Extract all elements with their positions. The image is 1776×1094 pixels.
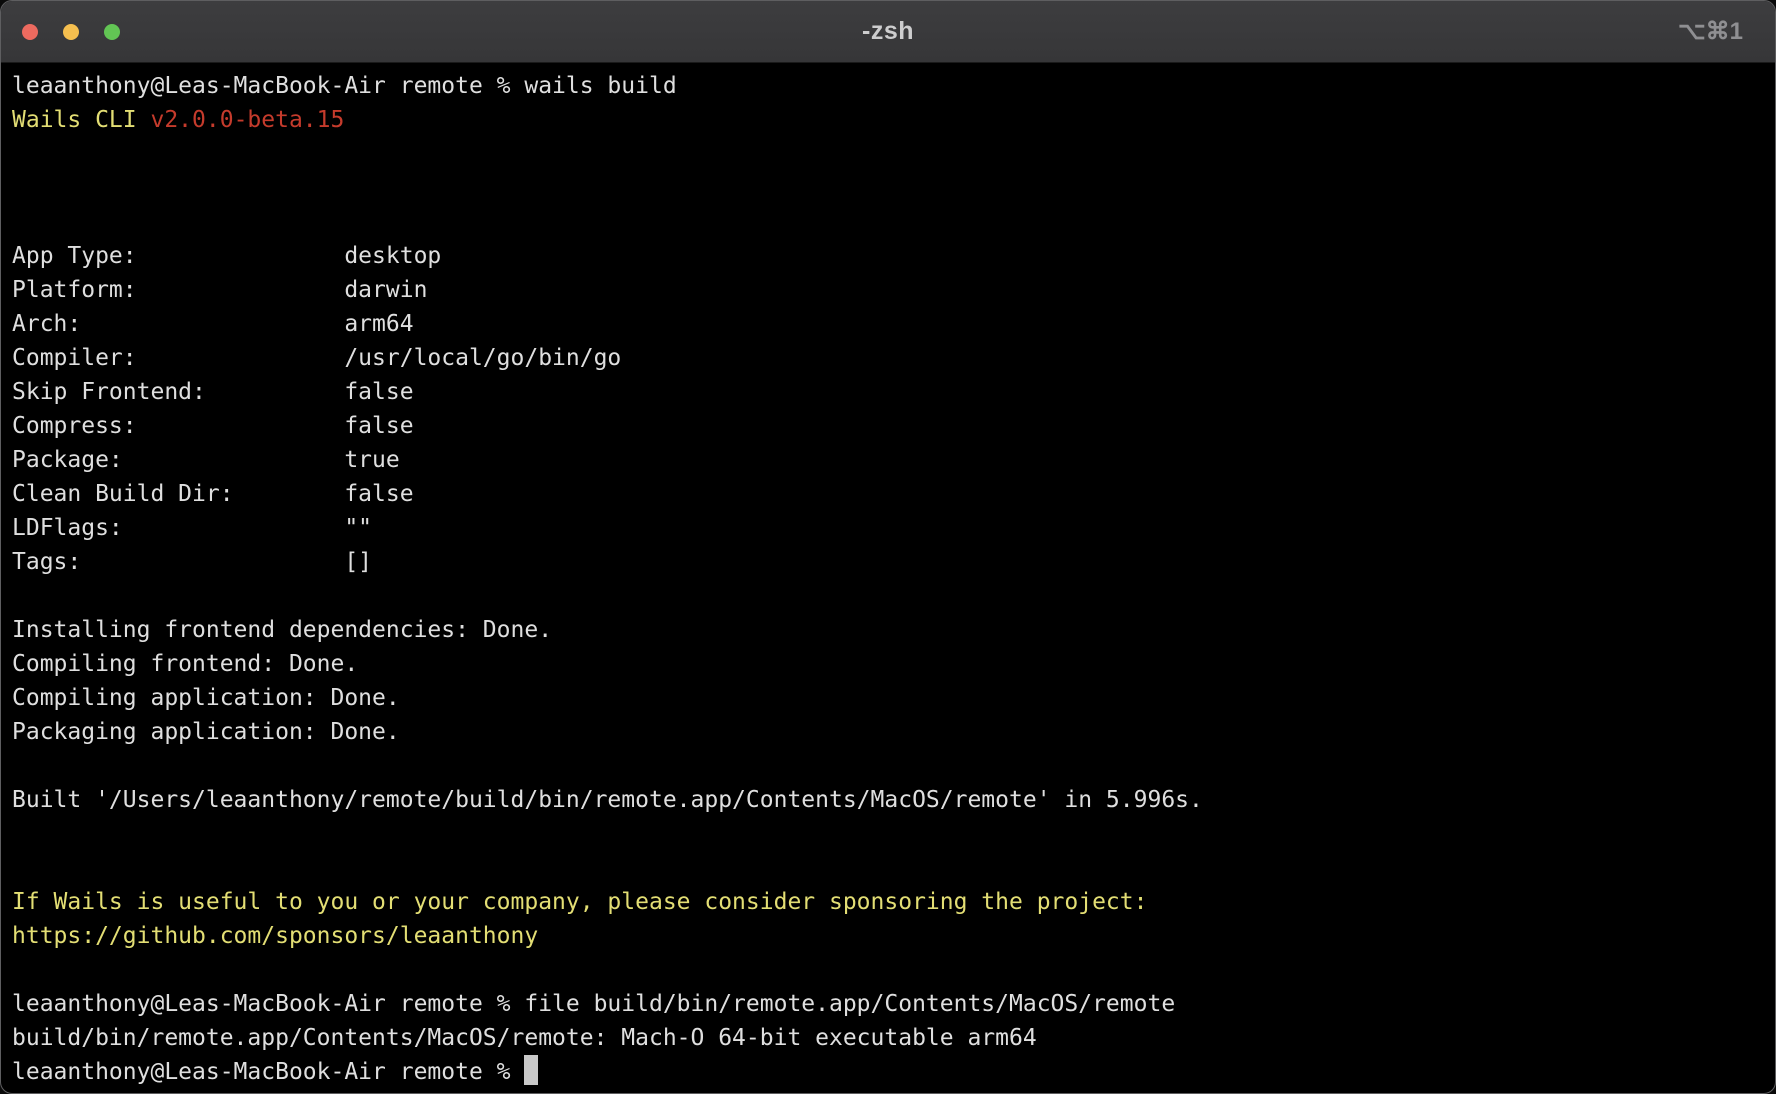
minimize-button[interactable] [63, 24, 79, 40]
terminal-line: Built '/Users/leaanthony/remote/build/bi… [12, 783, 1765, 817]
terminal-line: Platform: darwin [12, 273, 1765, 307]
terminal-line [12, 171, 1765, 205]
terminal-line: Compiling application: Done. [12, 681, 1765, 715]
terminal-line [12, 205, 1765, 239]
window-title: -zsh [862, 17, 914, 46]
terminal-line: Wails CLI v2.0.0-beta.15 [12, 103, 1765, 137]
terminal-line: App Type: desktop [12, 239, 1765, 273]
terminal-line [12, 953, 1765, 987]
terminal-line [12, 579, 1765, 613]
terminal-line: build/bin/remote.app/Contents/MacOS/remo… [12, 1021, 1765, 1055]
tab-shortcut-label: ⌥⌘1 [1678, 1, 1743, 62]
terminal-line: https://github.com/sponsors/leaanthony [12, 919, 1765, 953]
terminal-line: leaanthony@Leas-MacBook-Air remote % fil… [12, 987, 1765, 1021]
terminal-line [12, 817, 1765, 851]
traffic-lights [22, 1, 120, 62]
terminal-line: Compress: false [12, 409, 1765, 443]
terminal-line: Package: true [12, 443, 1765, 477]
terminal-line: Packaging application: Done. [12, 715, 1765, 749]
terminal-cursor [524, 1055, 538, 1085]
terminal-line: If Wails is useful to you or your compan… [12, 885, 1765, 919]
terminal-line: Skip Frontend: false [12, 375, 1765, 409]
terminal-line: leaanthony@Leas-MacBook-Air remote % wai… [12, 69, 1765, 103]
zoom-button[interactable] [104, 24, 120, 40]
terminal-line: Arch: arm64 [12, 307, 1765, 341]
terminal-line: Installing frontend dependencies: Done. [12, 613, 1765, 647]
terminal-window: -zsh ⌥⌘1 leaanthony@Leas-MacBook-Air rem… [0, 0, 1776, 1094]
terminal-line: Tags: [] [12, 545, 1765, 579]
terminal-line [12, 137, 1765, 171]
terminal-line: Compiling frontend: Done. [12, 647, 1765, 681]
terminal-line [12, 749, 1765, 783]
terminal-line: Clean Build Dir: false [12, 477, 1765, 511]
title-bar[interactable]: -zsh ⌥⌘1 [1, 1, 1775, 63]
close-button[interactable] [22, 24, 38, 40]
terminal-line: LDFlags: "" [12, 511, 1765, 545]
terminal-screen[interactable]: leaanthony@Leas-MacBook-Air remote % wai… [1, 63, 1775, 1089]
terminal-line [12, 851, 1765, 885]
terminal-line: Compiler: /usr/local/go/bin/go [12, 341, 1765, 375]
terminal-line: leaanthony@Leas-MacBook-Air remote % [12, 1055, 1765, 1089]
